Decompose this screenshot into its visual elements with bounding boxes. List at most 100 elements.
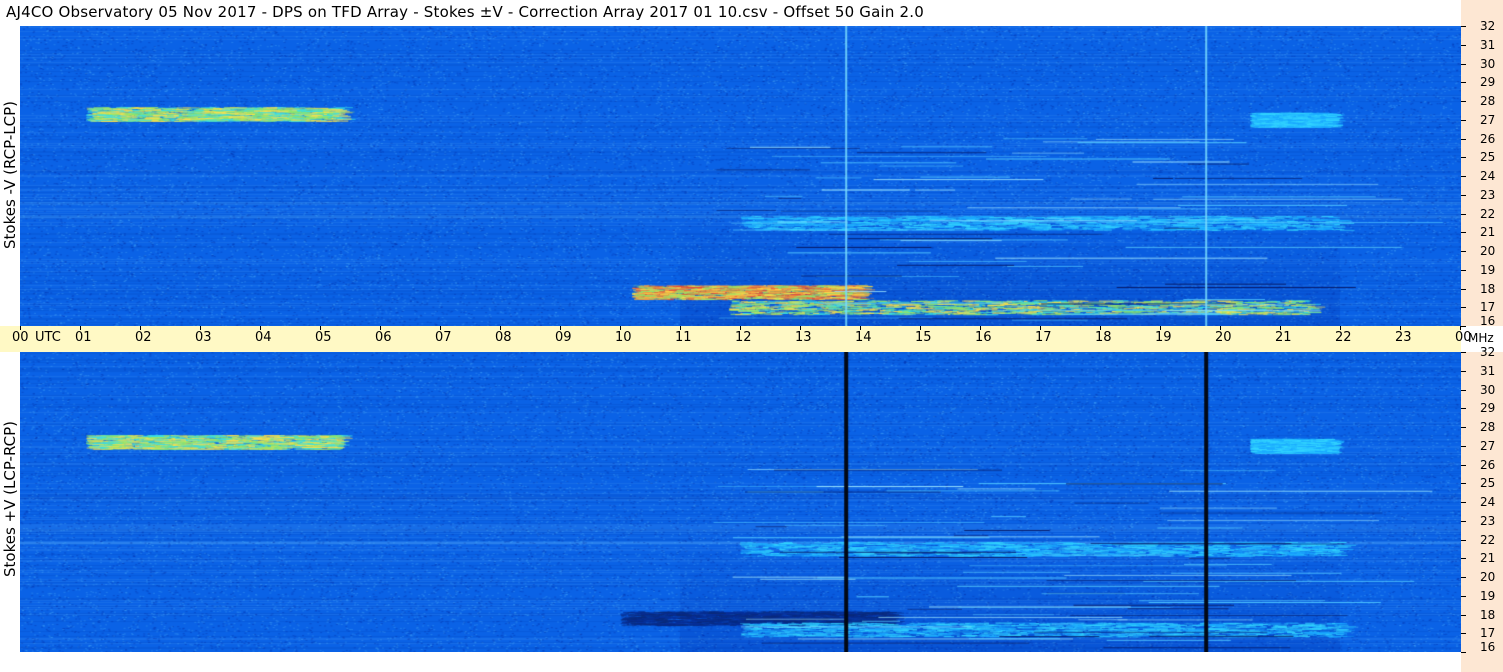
frequency-tick-label: 18 <box>1480 281 1496 296</box>
frequency-tick <box>1461 427 1466 428</box>
frequency-tick-label: 20 <box>1480 570 1496 584</box>
frequency-tick <box>1461 44 1466 46</box>
frequency-tick <box>1461 176 1466 177</box>
frequency-tick <box>1461 502 1466 503</box>
frequency-tick <box>1461 232 1466 234</box>
frequency-tick-label: 23 <box>1480 187 1496 202</box>
frequency-tick <box>1461 370 1466 372</box>
time-tick-label: 17 <box>1035 330 1052 345</box>
frequency-tick-label: 27 <box>1480 438 1496 453</box>
time-tick-label: 05 <box>315 330 332 345</box>
frequency-tick-label: 27 <box>1480 112 1496 127</box>
spectrogram-bottom-panel <box>20 352 1461 652</box>
frequency-tick-label: 28 <box>1480 94 1496 108</box>
frequency-tick-label: 24 <box>1480 169 1496 183</box>
time-tick-label: 13 <box>795 330 812 345</box>
frequency-tick <box>1461 138 1466 140</box>
frequency-tick <box>1461 63 1466 65</box>
time-tick-label: 16 <box>975 330 992 345</box>
time-tick-label: 10 <box>615 330 632 345</box>
bottom-panel-ylabel: Stokes +V (LCP-RCP) <box>1 421 19 577</box>
frequency-tick <box>1461 483 1466 485</box>
frequency-tick-label: 16 <box>1480 640 1496 654</box>
frequency-tick <box>1461 326 1466 327</box>
frequency-tick <box>1461 558 1466 560</box>
time-tick-label: 06 <box>375 330 392 345</box>
frequency-tick-label: 18 <box>1480 607 1496 622</box>
frequency-tick-label: 30 <box>1480 56 1496 71</box>
time-tick-label: 14 <box>855 330 872 345</box>
frequency-tick-label: 21 <box>1480 551 1496 566</box>
frequency-tick-label: 30 <box>1480 382 1496 397</box>
frequency-tick-label: 26 <box>1480 457 1496 472</box>
time-axis: 00 01 02 03 04 05 06 07 08 09 10 11 12 13 14 15 16 17 18 19… <box>0 326 1472 352</box>
time-tick-label: 02 <box>135 330 152 345</box>
frequency-axis-top: 32 31 30 29 28 27 26 25 24 23 22 21 20 19 18 17 16 <box>1461 0 1503 328</box>
top-panel-ylabel: Stokes -V (RCP-LCP) <box>1 101 19 249</box>
frequency-tick-label: 29 <box>1480 75 1496 90</box>
frequency-unit-label: MHz <box>1468 331 1494 345</box>
frequency-tick-label: 22 <box>1480 532 1496 547</box>
frequency-tick <box>1461 82 1466 84</box>
frequency-tick <box>1461 288 1466 290</box>
frequency-tick-label: 16 <box>1480 314 1496 328</box>
frequency-tick <box>1461 595 1466 597</box>
frequency-tick-label: 32 <box>1480 19 1496 33</box>
frequency-tick-label: 20 <box>1480 244 1496 258</box>
frequency-tick <box>1461 101 1466 102</box>
frequency-tick <box>1461 194 1466 196</box>
time-tick-label: 04 <box>255 330 272 345</box>
frequency-tick <box>1461 251 1466 252</box>
time-tick-label: 07 <box>435 330 452 345</box>
frequency-tick-label: 25 <box>1480 476 1496 491</box>
time-tick-label: 22 <box>1335 330 1352 345</box>
frequency-tick-label: 31 <box>1480 37 1496 52</box>
frequency-tick <box>1461 633 1466 635</box>
frequency-tick <box>1461 577 1466 578</box>
frequency-tick-label: 22 <box>1480 206 1496 221</box>
time-tick-label: 18 <box>1095 330 1112 345</box>
frequency-tick-label: 17 <box>1480 626 1496 641</box>
frequency-tick <box>1461 464 1466 466</box>
time-tick-label: 21 <box>1275 330 1292 345</box>
frequency-tick-label: 31 <box>1480 363 1496 378</box>
spectrogram-top-panel <box>20 26 1461 326</box>
frequency-tick-label: 21 <box>1480 225 1496 240</box>
frequency-tick <box>1461 389 1466 391</box>
frequency-tick-label: 19 <box>1480 262 1496 277</box>
time-tick-label: 00 <box>12 330 29 345</box>
time-tick-label: 11 <box>675 330 692 345</box>
frequency-tick <box>1461 119 1466 121</box>
spectrogram-top-canvas <box>20 26 1461 326</box>
frequency-tick <box>1461 352 1466 353</box>
time-unit-label: UTC <box>35 330 61 345</box>
frequency-tick-label: 25 <box>1480 150 1496 165</box>
frequency-tick <box>1461 520 1466 522</box>
chart-title: AJ4CO Observatory 05 Nov 2017 - DPS on T… <box>6 3 924 21</box>
time-tick-label: 23 <box>1395 330 1412 345</box>
frequency-tick-label: 19 <box>1480 588 1496 603</box>
frequency-tick-label: 32 <box>1480 345 1496 359</box>
frequency-tick-label: 24 <box>1480 495 1496 509</box>
frequency-tick-label: 28 <box>1480 420 1496 434</box>
frequency-tick <box>1461 157 1466 159</box>
frequency-tick <box>1461 539 1466 541</box>
frequency-tick <box>1461 307 1466 309</box>
time-tick-label: 08 <box>495 330 512 345</box>
spectrogram-bottom-canvas <box>20 352 1461 652</box>
frequency-tick <box>1461 652 1466 653</box>
time-tick-label: 09 <box>555 330 572 345</box>
time-tick-label: 15 <box>915 330 932 345</box>
time-tick-label: 03 <box>195 330 212 345</box>
frequency-tick <box>1461 614 1466 616</box>
frequency-tick-label: 26 <box>1480 131 1496 146</box>
frequency-tick <box>1461 408 1466 410</box>
frequency-tick-label: 29 <box>1480 401 1496 416</box>
frequency-tick <box>1461 269 1466 271</box>
frequency-tick <box>1461 445 1466 447</box>
frequency-tick <box>1461 26 1466 27</box>
frequency-tick <box>1461 213 1466 215</box>
frequency-tick-label: 17 <box>1480 300 1496 315</box>
frequency-axis-bottom: 32 31 30 29 28 27 26 25 24 23 22 21 20 19 18 17 16 <box>1461 346 1503 672</box>
time-tick-label: 01 <box>75 330 92 345</box>
